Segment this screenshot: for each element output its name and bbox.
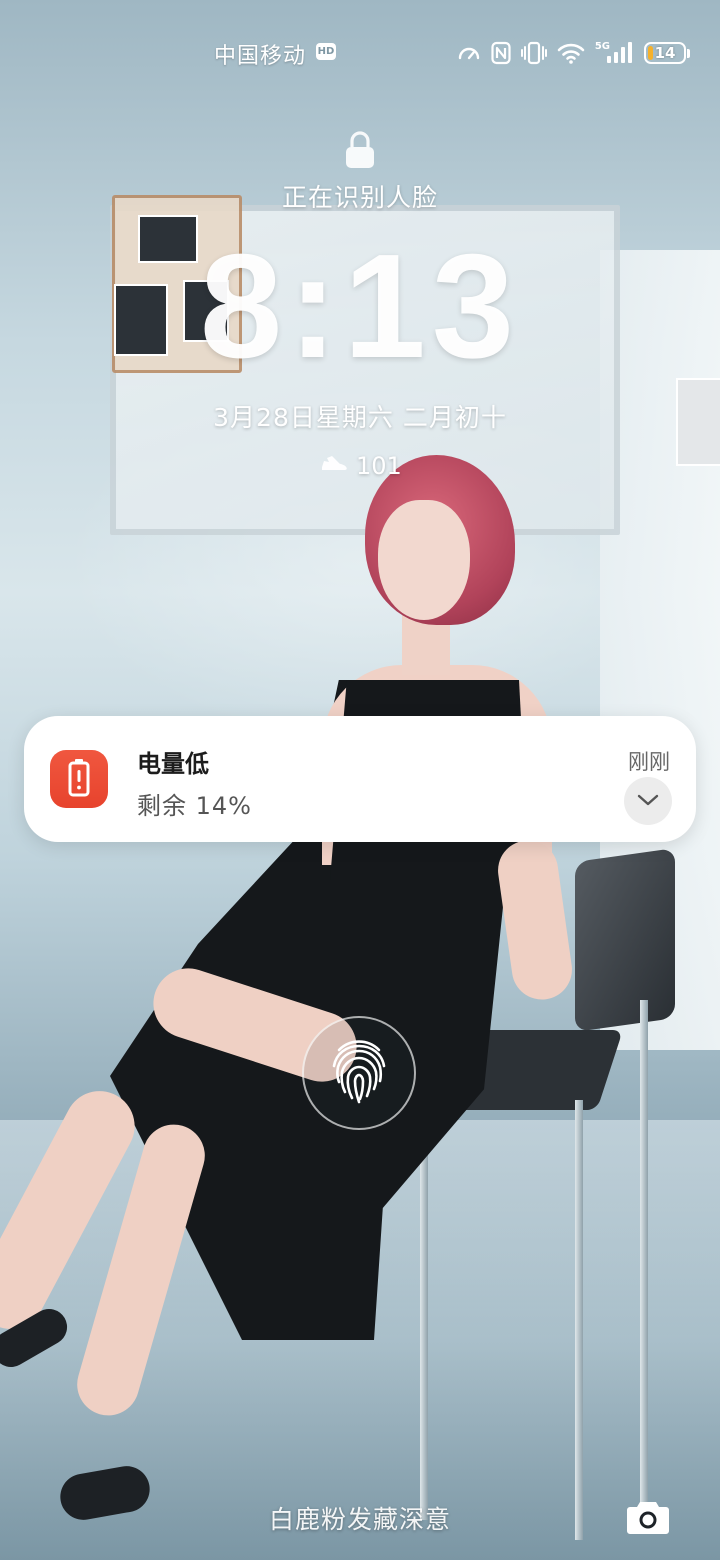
face-recognition-status: 正在识别人脸: [281, 183, 438, 212]
network-type-label: 5G: [594, 40, 610, 52]
status-icons: 5G 14: [457, 38, 690, 68]
carrier-name: 中国移动: [214, 44, 307, 69]
step-count: 101: [356, 452, 402, 480]
battery-outline: 14: [644, 42, 686, 64]
battery-icon: 14: [644, 40, 690, 66]
battery-tip: [687, 48, 690, 58]
wallpaper-chair-back: [575, 847, 675, 1033]
shoe-icon: [320, 452, 348, 480]
hd-badge: HD: [316, 43, 336, 60]
battery-percent: 14: [654, 44, 676, 62]
battery-alert-icon: [50, 750, 108, 808]
camera-icon: [625, 1498, 671, 1540]
wallpaper-caption[interactable]: 白鹿粉发藏深意: [0, 1500, 720, 1536]
wallpaper-chair-leg: [575, 1100, 583, 1540]
chevron-down-icon: [637, 792, 659, 811]
vibrate-icon: [520, 40, 547, 66]
notification-body: 剩余 14%: [137, 792, 252, 820]
fingerprint-icon: [327, 1036, 391, 1110]
wallpaper-chair-leg: [420, 1100, 428, 1520]
lockscreen-clock[interactable]: 8:13: [0, 222, 720, 392]
wallpaper-chair-leg: [640, 1000, 648, 1520]
low-battery-notification[interactable]: 电量低 剩余 14% 刚刚: [24, 716, 696, 842]
wifi-icon: [557, 40, 585, 66]
status-bar: 中国移动 HD 5G 14: [0, 0, 720, 104]
notification-time: 刚刚: [628, 750, 670, 774]
signal-icon: 5G: [595, 40, 634, 66]
lockscreen-date: 3月28日星期六 二月初十: [213, 403, 507, 432]
fingerprint-unlock-button[interactable]: [302, 1016, 416, 1130]
camera-shortcut-button[interactable]: [620, 1496, 676, 1542]
wallpaper-person-face: [378, 500, 470, 620]
notification-expand-button[interactable]: [624, 777, 672, 825]
step-counter: 101: [320, 450, 402, 482]
lock-icon: [344, 130, 376, 170]
nfc-icon: [491, 40, 511, 66]
notification-title: 电量低: [137, 750, 209, 778]
speed-icon: [457, 40, 481, 66]
wallpaper-person-arm: [494, 836, 576, 1004]
